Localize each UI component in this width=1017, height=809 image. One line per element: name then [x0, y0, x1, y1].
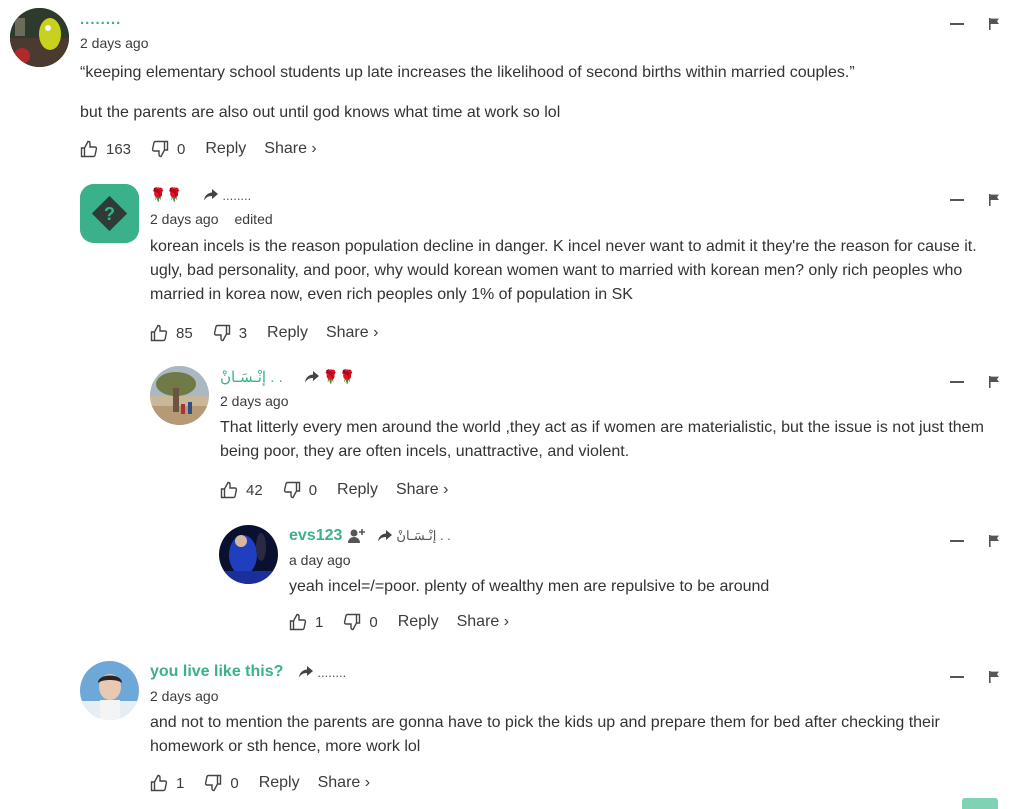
avatar-image — [150, 366, 209, 425]
dislike-button[interactable]: 0 — [283, 481, 317, 499]
dislike-count: 0 — [230, 774, 239, 792]
share-button[interactable]: Share › — [326, 324, 378, 342]
like-count: 85 — [176, 324, 193, 342]
comment-text: yeah incel=/=poor. plenty of wealthy men… — [289, 578, 770, 595]
comment-text: and not to mention the parents are gonna… — [150, 714, 940, 755]
avatar[interactable] — [150, 366, 209, 425]
avatar-image — [80, 661, 139, 720]
share-button[interactable]: Share › — [264, 140, 316, 158]
reply-to[interactable]: ........ — [299, 665, 346, 680]
timestamp[interactable]: 2 days ago — [80, 35, 149, 51]
dislike-count: 0 — [177, 140, 186, 158]
flag-icon[interactable] — [988, 376, 1000, 388]
timestamp[interactable]: 2 days ago — [150, 688, 219, 704]
reply-button[interactable]: Reply — [259, 774, 300, 792]
thumbs-down-icon — [283, 481, 300, 499]
username[interactable]: you live like this? — [150, 663, 283, 681]
dislike-count: 0 — [369, 613, 378, 631]
share-button[interactable]: Share › — [318, 774, 370, 792]
flag-icon[interactable] — [988, 18, 1000, 30]
comment-1: ........ 2 days ago “keeping elementary … — [10, 8, 1000, 173]
collapse-icon[interactable] — [950, 676, 964, 678]
comment-3: إنْـسَـانْ . . 🌹🌹 2 days ago That litter… — [150, 366, 1000, 511]
username[interactable]: ........ — [80, 11, 121, 28]
like-count: 163 — [106, 140, 132, 158]
timestamp[interactable]: a day ago — [289, 552, 351, 568]
flag-icon[interactable] — [988, 194, 1000, 206]
comment-text: That litterly every men around the world… — [220, 419, 984, 460]
timestamp[interactable]: 2 days ago — [150, 211, 219, 227]
like-count: 1 — [176, 774, 185, 792]
dislike-button[interactable]: 0 — [343, 613, 378, 631]
collapse-icon[interactable] — [950, 381, 964, 383]
flag-icon[interactable] — [988, 535, 1000, 547]
avatar[interactable] — [10, 8, 69, 67]
dislike-count: 0 — [308, 481, 318, 499]
reply-button[interactable]: Reply — [337, 481, 378, 499]
comment-text: “keeping elementary school students up l… — [80, 61, 1000, 125]
share-button[interactable]: Share › — [396, 481, 448, 499]
reply-arrow-icon — [204, 189, 219, 201]
avatar-image — [219, 525, 278, 584]
avatar[interactable]: ? — [80, 184, 139, 243]
collapse-icon[interactable] — [950, 540, 964, 542]
username[interactable]: إنْـسَـانْ . . — [220, 368, 283, 386]
comment-5: you live like this? ........ 2 days ago … — [80, 661, 1000, 806]
reply-to-name: ........ — [317, 664, 347, 680]
comment-text: korean incels is the reason population d… — [150, 238, 977, 303]
reply-button[interactable]: Reply — [267, 324, 308, 342]
reply-to[interactable]: إنْـسَـانْ . . — [378, 528, 451, 544]
reply-button[interactable]: Reply — [205, 140, 246, 158]
reply-to-name: ........ — [222, 187, 252, 203]
username[interactable]: evs123 — [289, 527, 342, 545]
username[interactable]: 🌹🌹 — [150, 187, 182, 203]
dislike-count: 3 — [238, 324, 248, 342]
like-button[interactable]: 85 — [150, 324, 193, 342]
dislike-button[interactable]: 0 — [204, 774, 239, 792]
like-button[interactable]: 42 — [220, 481, 263, 499]
reply-to[interactable]: 🌹🌹 — [304, 369, 356, 385]
share-button[interactable]: Share › — [457, 613, 509, 631]
collapse-icon[interactable] — [950, 199, 964, 201]
thumbs-up-icon — [289, 613, 307, 631]
like-count: 42 — [246, 481, 263, 499]
like-button[interactable]: 163 — [80, 140, 131, 158]
reply-arrow-icon — [299, 666, 314, 678]
floating-action-button[interactable] — [962, 798, 998, 809]
flag-icon[interactable] — [988, 671, 1000, 683]
comment-paragraph: “keeping elementary school students up l… — [80, 64, 855, 81]
edited-label: edited — [234, 211, 273, 227]
thumbs-down-icon — [213, 324, 230, 342]
avatar-placeholder-icon: ? — [80, 184, 139, 243]
comment-2: ? 🌹🌹 ........ 2 days ago edited korean i… — [80, 184, 1000, 349]
reply-to[interactable]: ........ — [204, 188, 251, 203]
thumbs-up-icon — [150, 774, 168, 792]
add-user-icon[interactable] — [348, 528, 366, 544]
reply-to-name: إنْـسَـانْ . . — [396, 528, 451, 543]
reply-button[interactable]: Reply — [398, 613, 439, 631]
avatar[interactable] — [219, 525, 278, 584]
avatar-image — [10, 8, 69, 67]
thumbs-up-icon — [150, 324, 168, 342]
dislike-button[interactable]: 3 — [213, 324, 247, 342]
comment-paragraph: but the parents are also out until god k… — [80, 104, 561, 121]
thumbs-down-icon — [205, 774, 222, 792]
reply-to-name: 🌹🌹 — [322, 369, 356, 384]
thumbs-up-icon — [220, 481, 238, 499]
thumbs-up-icon — [80, 140, 98, 158]
thumbs-down-icon — [151, 140, 169, 158]
reply-arrow-icon — [304, 371, 319, 383]
reply-arrow-icon — [378, 530, 393, 542]
like-button[interactable]: 1 — [289, 613, 323, 631]
timestamp[interactable]: 2 days ago — [220, 393, 289, 409]
thumbs-down-icon — [344, 613, 361, 631]
like-button[interactable]: 1 — [150, 774, 184, 792]
svg-text:?: ? — [104, 204, 115, 224]
dislike-button[interactable]: 0 — [151, 140, 185, 158]
like-count: 1 — [315, 613, 324, 631]
avatar[interactable] — [80, 661, 139, 720]
collapse-icon[interactable] — [950, 23, 964, 25]
comment-4: evs123 إنْـسَـانْ . . a day ago yeah inc… — [219, 525, 1000, 650]
